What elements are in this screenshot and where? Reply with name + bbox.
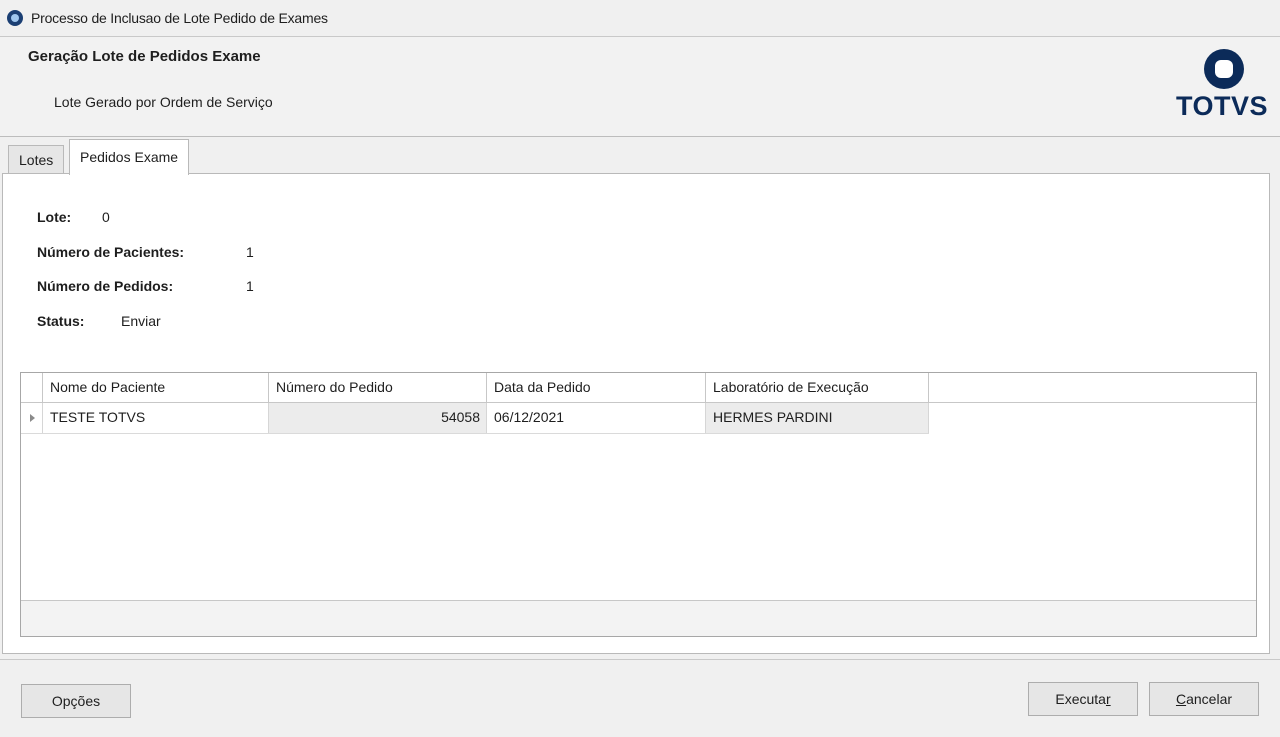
lote-label: Lote: xyxy=(37,209,72,225)
grid-header: Nome do Paciente Número do Pedido Data d… xyxy=(21,373,1256,403)
column-header-numero[interactable]: Número do Pedido xyxy=(269,373,487,403)
cell-numero[interactable]: 54058 xyxy=(269,403,487,433)
tab-strip: Lotes Pedidos Exame xyxy=(0,137,1280,175)
column-header-data[interactable]: Data da Pedido xyxy=(487,373,706,403)
info-status: Status: Enviar xyxy=(37,313,161,329)
cell-nome[interactable]: TESTE TOTVS xyxy=(43,403,269,433)
title-bar: Processo de Inclusao de Lote Pedido de E… xyxy=(0,0,1280,37)
tab-lotes[interactable]: Lotes xyxy=(8,145,65,174)
pedidos-value: 1 xyxy=(246,278,254,294)
pacientes-label: Número de Pacientes: xyxy=(37,244,185,260)
column-header-laboratorio[interactable]: Laboratório de Execução xyxy=(706,373,929,403)
totvs-logo: TOTVS xyxy=(1174,45,1270,131)
cancelar-button[interactable]: Cancelar xyxy=(1149,682,1259,716)
tab-pedidos-exame[interactable]: Pedidos Exame xyxy=(69,139,190,175)
cancelar-hotkey: C xyxy=(1175,691,1187,707)
page-subtitle: Lote Gerado por Ordem de Serviço xyxy=(54,94,273,110)
table-row[interactable]: TESTE TOTVS 54058 06/12/2021 HERMES PARD… xyxy=(21,403,929,434)
pedidos-grid[interactable]: Nome do Paciente Número do Pedido Data d… xyxy=(20,372,1257,637)
cancelar-label: ancelar xyxy=(1186,691,1233,707)
pacientes-value: 1 xyxy=(246,244,254,260)
header-panel: Geração Lote de Pedidos Exame Lote Gerad… xyxy=(0,37,1280,137)
info-pedidos: Número de Pedidos: 1 xyxy=(37,278,254,294)
bottom-bar: Opções Executar Cancelar xyxy=(0,659,1280,737)
page-title: Geração Lote de Pedidos Exame xyxy=(28,48,261,65)
status-value: Enviar xyxy=(121,313,161,329)
column-header-nome[interactable]: Nome do Paciente xyxy=(43,373,269,403)
lote-value: 0 xyxy=(102,209,110,225)
pedidos-label: Número de Pedidos: xyxy=(37,278,174,294)
logo-text: TOTVS xyxy=(1175,91,1269,121)
tab-content-pedidos-exame: Lote: 0 Número de Pacientes: 1 Número de… xyxy=(2,173,1270,654)
app-logo-icon xyxy=(7,10,23,26)
info-pacientes: Número de Pacientes: 1 xyxy=(37,244,254,260)
window-title: Processo de Inclusao de Lote Pedido de E… xyxy=(31,10,328,26)
status-label: Status: xyxy=(37,313,85,329)
header-indicator-cell xyxy=(21,373,43,403)
cell-laboratorio[interactable]: HERMES PARDINI xyxy=(706,403,929,433)
opcoes-button[interactable]: Opções xyxy=(21,684,131,718)
cell-data[interactable]: 06/12/2021 xyxy=(487,403,706,433)
executar-button[interactable]: Executar xyxy=(1028,682,1138,716)
executar-label: Executa xyxy=(1055,691,1106,707)
grid-footer xyxy=(21,600,1256,636)
info-lote: Lote: 0 xyxy=(37,209,110,225)
row-indicator-icon xyxy=(21,403,43,433)
totvs-logo-icon xyxy=(1204,49,1244,89)
executar-hotkey: r xyxy=(1105,691,1111,707)
